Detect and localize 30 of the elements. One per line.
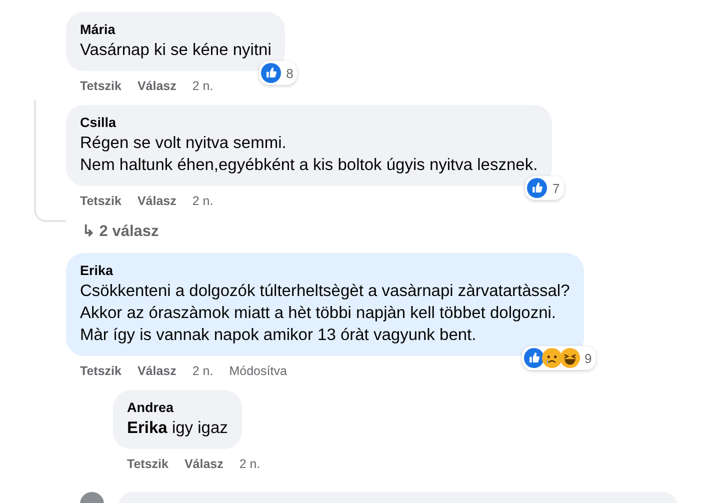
comment-meta: 2 n.: [192, 79, 214, 93]
reaction-badge[interactable]: 8: [259, 61, 298, 85]
author-name[interactable]: Mária: [80, 21, 272, 39]
comment-meta: 2 n.: [192, 194, 214, 208]
reaction-badge[interactable]: 9: [522, 346, 596, 370]
author-name[interactable]: Erika: [80, 262, 570, 280]
comment-action[interactable]: Tetszik: [127, 457, 168, 471]
author-name[interactable]: Andrea: [127, 399, 228, 417]
thumbs-up-icon: [524, 348, 544, 368]
comment-meta: 2 n.: [192, 364, 214, 378]
comment-meta: Módosítva: [229, 364, 287, 378]
thumbs-up-icon: [527, 178, 548, 198]
comment-action[interactable]: Válasz: [184, 457, 224, 471]
comment-action[interactable]: Tetszik: [80, 79, 122, 93]
comment-action[interactable]: Tetszik: [80, 364, 122, 378]
comment-action[interactable]: Válasz: [137, 79, 176, 93]
reaction-badge[interactable]: 7: [525, 176, 564, 200]
laughing-face-icon: [560, 348, 580, 368]
author-name[interactable]: Csilla: [80, 114, 538, 132]
comment-text: Régen se volt nyitva semmi. Nem haltunk éhen,egyébként a kis boltok úgyis nyitva lesznek.: [80, 133, 538, 176]
comment-text: Csökkenteni a dolgozók túlterheltsègèt a vasàrnapi zàrvatartàssal? Akkor az óraszàmok miatt a hèt többi napjàn kell többet dolgozni. Màr így is vannak napok amikor 13 óràt vagyunk bent.: [80, 281, 570, 346]
comment-text: Vasárnap ki se kéne nyitni: [80, 40, 272, 61]
comment-action[interactable]: Tetszik: [80, 194, 122, 208]
view-replies-link[interactable]: ↳ 2 válasz: [66, 208, 159, 241]
comment-action[interactable]: Válasz: [137, 364, 176, 378]
comment-action[interactable]: Válasz: [137, 194, 176, 208]
comment-text: Erika igy igaz: [127, 418, 228, 439]
sad-face-icon: [542, 348, 562, 368]
thumbs-up-icon: [261, 63, 282, 83]
comment-meta: 2 n.: [239, 457, 260, 471]
